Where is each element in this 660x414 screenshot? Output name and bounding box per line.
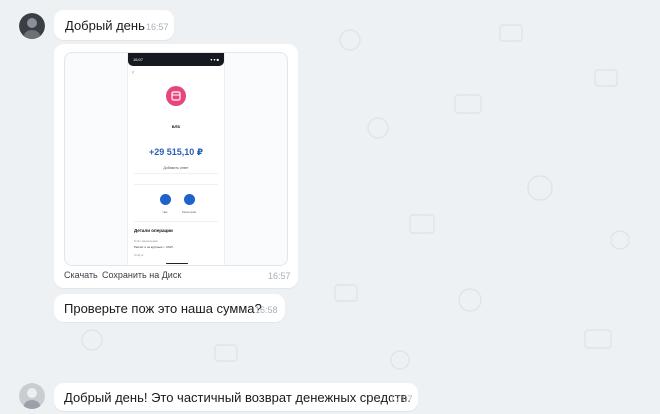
image-attachment[interactable]: 16:07 ▾ ▾ ■ ‹ ВЛБ +29 515,10 ₽ Добавить … xyxy=(64,52,288,266)
category-label: Категория xyxy=(181,210,197,214)
message-time: 17:07 xyxy=(390,394,413,404)
attachment-message-bubble: 16:07 ▾ ▾ ■ ‹ ВЛБ +29 515,10 ₽ Добавить … xyxy=(54,44,298,288)
divider xyxy=(134,221,218,222)
message-text: Добрый день xyxy=(65,18,145,33)
detail-value: Расчёт и за крупные т. СМЛ xyxy=(134,245,173,249)
message-bubble: Проверьте пож это наша сумма? 16:58 xyxy=(54,294,285,322)
sender-avatar[interactable] xyxy=(19,13,45,39)
message-time: 16:57 xyxy=(146,22,169,32)
divider xyxy=(134,173,218,174)
receipt-label: Чек xyxy=(162,210,168,214)
payment-screenshot: 16:07 ▾ ▾ ■ ‹ ВЛБ +29 515,10 ₽ Добавить … xyxy=(127,53,225,265)
home-indicator xyxy=(166,262,188,264)
amount-subtitle: Добавить ответ xyxy=(163,166,189,170)
sender-avatar[interactable] xyxy=(19,383,45,409)
divider xyxy=(134,184,218,185)
receipt-button-icon xyxy=(160,194,171,205)
phone-status-time: 16:07 xyxy=(133,57,144,62)
download-link[interactable]: Скачать xyxy=(64,270,98,280)
message-text: Добрый день! Это частичный возврат денеж… xyxy=(64,390,412,405)
transaction-amount: +29 515,10 ₽ xyxy=(148,147,204,157)
message-time: 16:58 xyxy=(255,305,278,315)
merchant-name: ВЛБ xyxy=(171,124,181,129)
merchant-icon xyxy=(166,86,186,106)
message-time: 16:57 xyxy=(268,271,291,281)
detail-extra: Статус xyxy=(134,253,144,257)
category-button-icon xyxy=(184,194,195,205)
save-to-disk-link[interactable]: Сохранить на Диск xyxy=(102,270,181,280)
detail-label: Счёт зачисления xyxy=(134,239,158,243)
phone-status-icons: ▾ ▾ ■ xyxy=(210,57,219,62)
details-title: Детали операции xyxy=(134,228,173,233)
message-bubble: Добрый день 16:57 xyxy=(54,10,174,40)
phone-status-bar: 16:07 ▾ ▾ ■ xyxy=(128,53,224,66)
back-chevron-icon: ‹ xyxy=(132,70,134,76)
message-bubble: Добрый день! Это частичный возврат денеж… xyxy=(54,383,418,411)
message-text: Проверьте пож это наша сумма? xyxy=(64,301,262,316)
